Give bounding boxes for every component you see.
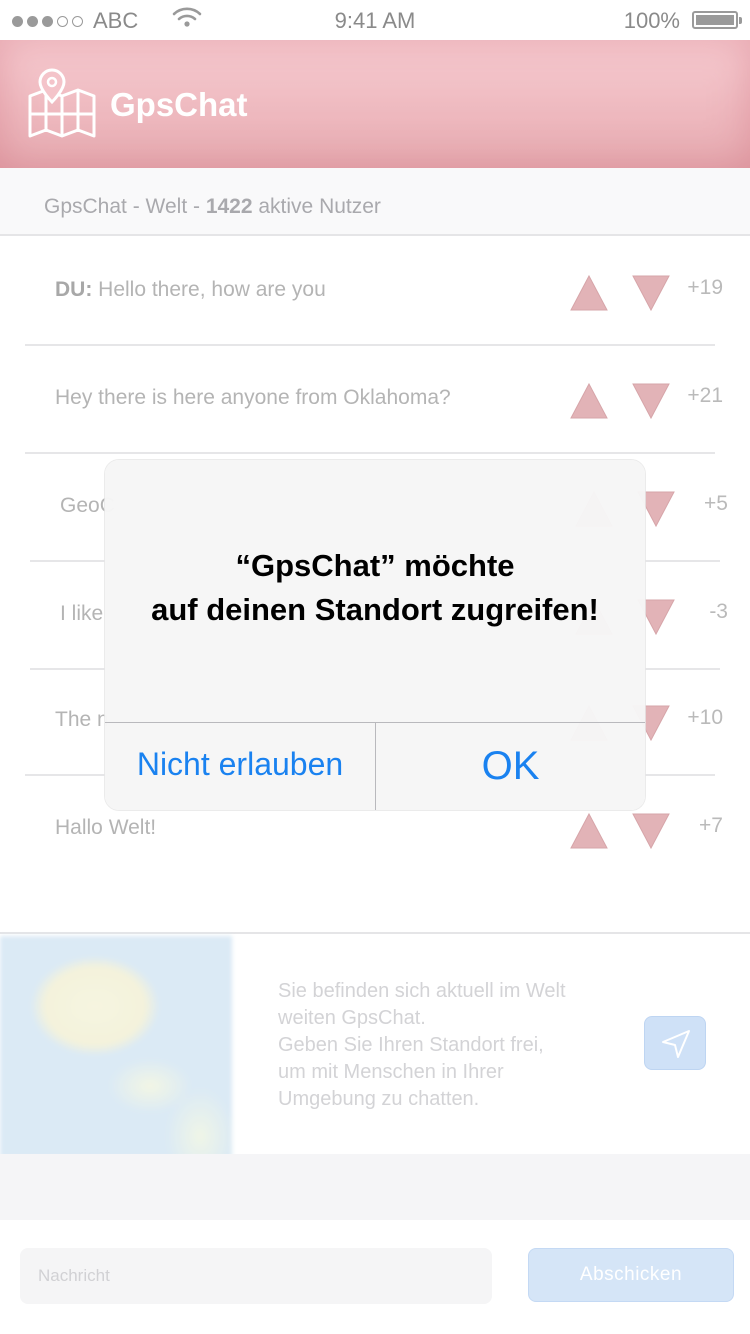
battery-percent: 100% bbox=[623, 8, 680, 33]
deny-button[interactable]: Nicht erlauben bbox=[105, 723, 375, 810]
ok-button[interactable]: OK bbox=[376, 723, 645, 810]
status-bar: ABC 9:41 AM 100% bbox=[0, 0, 750, 40]
alert-title: “GpsChat” möchte auf deinen Standort zug… bbox=[151, 548, 599, 627]
battery-icon bbox=[692, 11, 742, 29]
location-permission-alert: “GpsChat” möchte auf deinen Standort zug… bbox=[105, 460, 645, 810]
